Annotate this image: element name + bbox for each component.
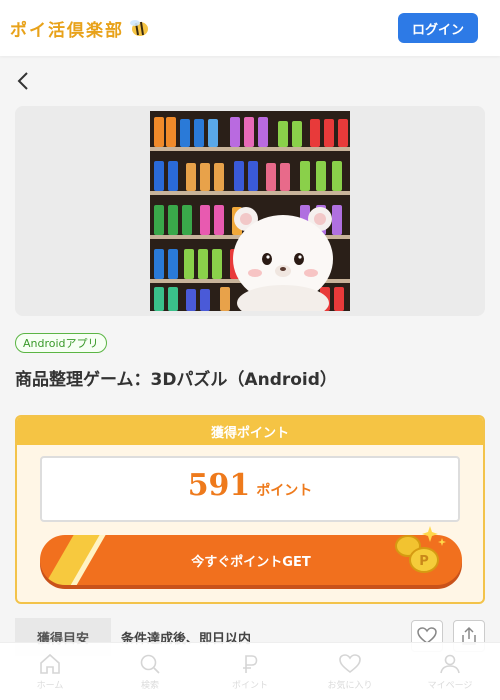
- nav-item-point[interactable]: ポイント: [200, 643, 300, 700]
- nav-label-search: 検索: [140, 681, 159, 691]
- site-logo[interactable]: ポイ活倶楽部: [10, 16, 150, 41]
- points-unit: ポイント: [256, 483, 313, 499]
- back-chevron-icon[interactable]: [14, 70, 34, 92]
- point-icon: [243, 655, 258, 673]
- platform-tag: Androidアプリ: [15, 333, 107, 353]
- nav-item-search[interactable]: 検索: [100, 643, 200, 700]
- nav-label-home: ホーム: [36, 681, 64, 691]
- app-hero-image-frame: [15, 106, 485, 316]
- user-icon: [440, 654, 460, 674]
- logo-text: ポイ活倶楽部: [10, 20, 124, 41]
- nav-label-favorite: お気に入り: [327, 681, 373, 691]
- svg-text:P: P: [419, 554, 429, 569]
- nav-item-mypage[interactable]: マイページ: [400, 643, 500, 700]
- bee-icon: [130, 20, 148, 36]
- nav-label-mypage: マイページ: [427, 681, 473, 691]
- shelf-bear-illustration: [150, 111, 350, 311]
- search-icon: [140, 654, 160, 674]
- login-button[interactable]: ログイン: [398, 13, 478, 43]
- header: ポイ活倶楽部 ログイン: [0, 0, 500, 56]
- points-value-box: 591 ポイント: [40, 456, 460, 522]
- points-heading: 獲得ポイント: [17, 417, 483, 445]
- heart-icon: [339, 654, 361, 674]
- nav-label-point: ポイント: [231, 681, 268, 691]
- bottom-navigation: ホーム 検索 ポイント お気に入り マイページ: [0, 642, 500, 700]
- coins-icon: P: [395, 526, 446, 573]
- app-icon-image: [150, 111, 350, 311]
- app-title: 商品整理ゲーム：3Dパズル（Android）: [15, 370, 337, 390]
- nav-item-home[interactable]: ホーム: [0, 643, 100, 700]
- nav-item-favorite[interactable]: お気に入り: [300, 643, 400, 700]
- points-value: 591: [187, 468, 251, 503]
- home-icon: [40, 653, 60, 674]
- get-points-label: 今すぐポイントGET: [191, 554, 311, 570]
